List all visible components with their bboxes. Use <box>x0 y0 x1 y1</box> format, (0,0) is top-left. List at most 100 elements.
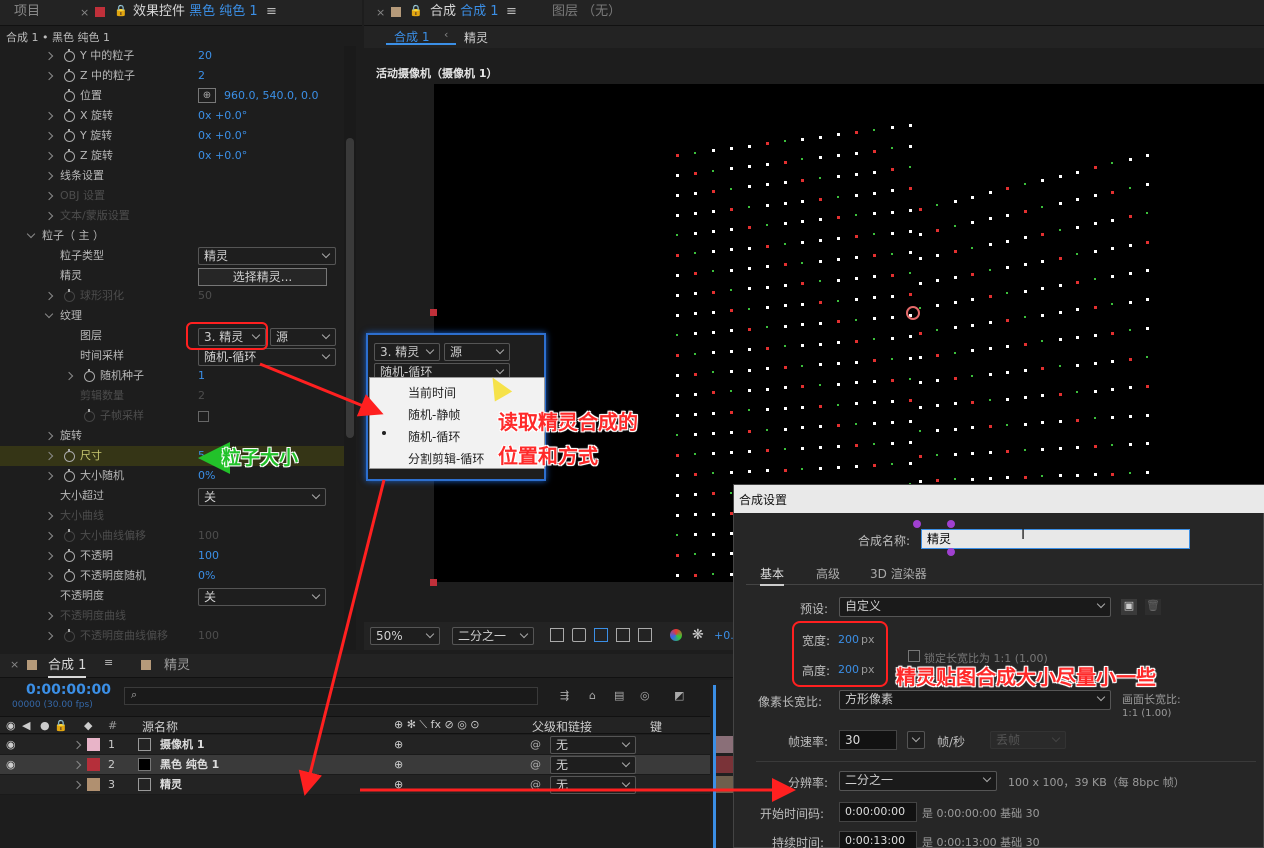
expand-chevron-icon[interactable] <box>26 229 36 239</box>
property-row[interactable]: Z 旋转 0x +0.0° <box>0 146 344 166</box>
comp-name-input[interactable]: 精灵 <box>921 529 1190 549</box>
grid-icon[interactable] <box>594 628 608 642</box>
property-value[interactable]: 100 <box>198 546 219 566</box>
property-row[interactable]: 不透明度曲线偏移 100 <box>0 626 344 646</box>
expand-chevron-icon[interactable] <box>72 760 82 770</box>
switches-icons[interactable]: ⊕ ✻ ⟍ fx ⊘ ◎ ⊙ <box>394 718 480 732</box>
tab-effect-controls[interactable]: 效果控件 黑色 纯色 1 <box>133 0 258 24</box>
pickwhip-icon[interactable]: @ <box>530 775 541 795</box>
property-value[interactable]: 50 <box>198 286 212 306</box>
close-icon[interactable]: × <box>376 6 385 19</box>
property-row[interactable]: 纹理 <box>0 306 344 326</box>
layer-name[interactable]: 精灵 <box>160 775 182 795</box>
expand-chevron-icon[interactable] <box>72 780 82 790</box>
layer-name[interactable]: 摄像机 1 <box>160 735 204 755</box>
expand-chevron-icon[interactable] <box>44 191 54 201</box>
expand-chevron-icon[interactable] <box>44 51 54 61</box>
switches-icons[interactable]: ⊕ <box>394 775 403 795</box>
stopwatch-icon[interactable] <box>64 629 75 642</box>
expand-chevron-icon[interactable] <box>44 309 54 319</box>
parent-select[interactable]: 无 <box>550 756 636 774</box>
stopwatch-icon[interactable] <box>64 69 75 82</box>
property-row[interactable]: OBJ 设置 <box>0 186 344 206</box>
property-value[interactable]: 0% <box>198 566 215 586</box>
crosshair-icon[interactable]: ⊕ <box>198 88 216 103</box>
property-row[interactable]: 粒子（ 主 ） <box>0 226 344 246</box>
audio-icon[interactable]: ◀ <box>22 719 30 732</box>
layer-search-input[interactable]: ⌕ <box>124 687 538 705</box>
stopwatch-icon[interactable] <box>64 529 75 542</box>
tab-advanced[interactable]: 高级 <box>816 565 840 582</box>
table-row[interactable]: ◉ 1 摄像机 1 ⊕ @ 无 <box>0 735 710 755</box>
property-value[interactable]: 0x +0.0° <box>198 106 247 126</box>
expand-chevron-icon[interactable] <box>64 371 74 381</box>
scrollbar-thumb[interactable] <box>346 138 354 438</box>
time-sampling-select[interactable]: 随机-循环 <box>198 348 336 366</box>
duration-input[interactable]: 0:00:13:00 <box>839 831 917 848</box>
resolution-select[interactable]: 二分之一 <box>452 627 534 645</box>
expand-chevron-icon[interactable] <box>44 211 54 221</box>
snapshot-icon[interactable] <box>550 628 564 642</box>
property-row[interactable]: X 旋转 0x +0.0° <box>0 106 344 126</box>
layer-label-swatch[interactable] <box>87 778 100 791</box>
graph-editor-icon[interactable]: ◩ <box>674 689 684 702</box>
tab-composition[interactable]: 合成 合成 1 <box>430 0 499 24</box>
property-value[interactable]: 2 <box>198 386 205 406</box>
property-value[interactable]: 0x +0.0° <box>198 146 247 166</box>
property-row[interactable]: Y 旋转 0x +0.0° <box>0 126 344 146</box>
stopwatch-icon[interactable] <box>64 109 75 122</box>
expand-chevron-icon[interactable] <box>44 611 54 621</box>
popup-source-select[interactable]: 源 <box>444 343 510 361</box>
close-icon[interactable]: × <box>10 658 19 671</box>
expand-chevron-icon[interactable] <box>44 291 54 301</box>
expand-chevron-icon[interactable] <box>44 471 54 481</box>
property-row[interactable]: 随机种子 1 <box>0 366 344 386</box>
size-over-select[interactable]: 关 <box>198 488 326 506</box>
stopwatch-icon[interactable] <box>64 569 75 582</box>
menu-item[interactable]: 当前时间 <box>408 384 456 401</box>
switches-icons[interactable]: ⊕ <box>394 755 403 775</box>
comp-flowchart-icon[interactable]: ⇶ <box>560 689 569 702</box>
close-icon[interactable]: × <box>80 6 89 19</box>
expand-chevron-icon[interactable] <box>72 740 82 750</box>
eye-icon[interactable]: ◉ <box>6 735 16 755</box>
property-row[interactable]: 不透明度随机 0% <box>0 566 344 586</box>
expand-chevron-icon[interactable] <box>44 111 54 121</box>
property-row[interactable]: 大小曲线偏移 100 <box>0 526 344 546</box>
reset-exposure-icon[interactable]: ❋ <box>692 627 704 643</box>
fps-input[interactable]: 30 <box>839 730 897 750</box>
panel-menu-icon[interactable]: ≡ <box>104 656 113 669</box>
expand-chevron-icon[interactable] <box>44 151 54 161</box>
particle-type-select[interactable]: 精灵 <box>198 247 336 265</box>
tab-timeline-sprite[interactable]: 精灵 <box>164 654 190 678</box>
expand-chevron-icon[interactable] <box>44 571 54 581</box>
pickwhip-icon[interactable]: @ <box>530 755 541 775</box>
menu-item[interactable]: 分割剪辑-循环 <box>408 450 484 467</box>
zoom-select[interactable]: 50% <box>370 627 440 645</box>
layer-label-swatch[interactable] <box>87 738 100 751</box>
property-value[interactable]: 100 <box>198 626 219 646</box>
expand-chevron-icon[interactable] <box>44 631 54 641</box>
parent-select[interactable]: 无 <box>550 776 636 794</box>
property-value[interactable]: 2 <box>198 66 205 86</box>
solo-icon[interactable]: ● <box>40 719 50 732</box>
pickwhip-icon[interactable]: @ <box>530 735 541 755</box>
scrollbar[interactable] <box>344 46 356 650</box>
layer-source-select[interactable]: 源 <box>270 328 336 346</box>
property-value[interactable]: 0x +0.0° <box>198 126 247 146</box>
opacity-over-select[interactable]: 关 <box>198 588 326 606</box>
parent-select[interactable]: 无 <box>550 736 636 754</box>
property-value[interactable]: 5 <box>198 446 205 466</box>
timeline-ruler[interactable] <box>710 680 734 848</box>
expand-chevron-icon[interactable] <box>44 171 54 181</box>
timecode[interactable]: 0:00:00:00 <box>26 682 111 698</box>
property-row[interactable]: 位置 ⊕ 960.0, 540.0, 0.0 <box>0 86 344 106</box>
expand-chevron-icon[interactable] <box>44 71 54 81</box>
stopwatch-icon[interactable] <box>84 409 95 422</box>
popup-layer-select[interactable]: 3. 精灵 <box>374 343 440 361</box>
tab-basic[interactable]: 基本 <box>760 565 785 586</box>
property-row[interactable]: 大小曲线 <box>0 506 344 526</box>
property-row[interactable]: 子帧采样 <box>0 406 344 426</box>
col-key[interactable]: 键 <box>650 718 662 735</box>
stopwatch-icon[interactable] <box>64 449 75 462</box>
